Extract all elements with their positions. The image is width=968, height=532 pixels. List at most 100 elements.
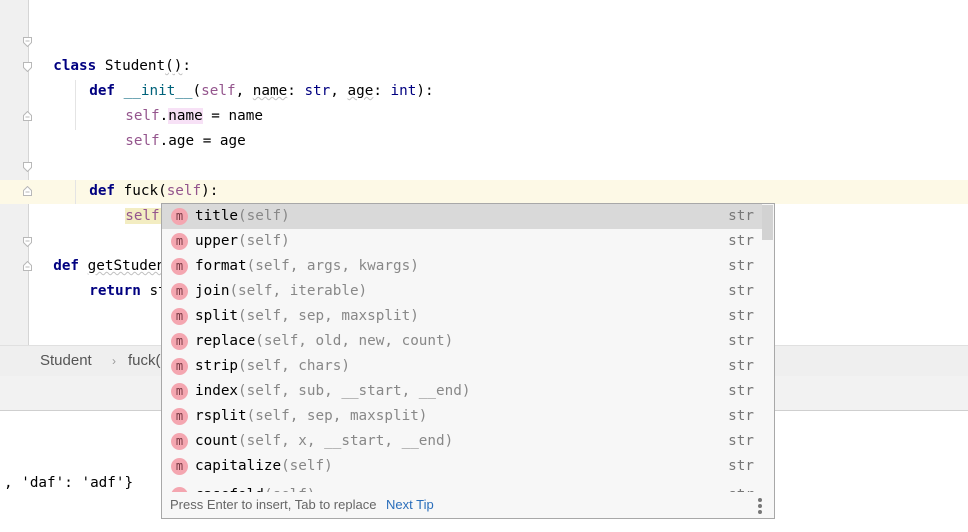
comma: ,: [330, 83, 348, 99]
assignment: = age: [194, 133, 246, 149]
close-paren: ):: [416, 83, 434, 99]
method-icon: m: [171, 408, 188, 425]
self-ref: self: [125, 133, 160, 149]
completion-item-name: replace(self, old, new, count): [195, 329, 453, 354]
fold-open-icon[interactable]: [23, 162, 32, 172]
self-ref: self: [125, 208, 160, 224]
method-icon: m: [171, 208, 188, 225]
completion-item-name: format(self, args, kwargs): [195, 254, 419, 279]
method-icon: m: [171, 358, 188, 375]
completion-item-name: join(self, iterable): [195, 279, 367, 304]
return-type: str: [728, 458, 754, 474]
str-type: str: [304, 83, 331, 99]
method-name: count: [195, 433, 239, 449]
scrollbar[interactable]: [762, 204, 774, 494]
colon: :: [373, 83, 391, 99]
code-line-return[interactable]: return stu: [72, 254, 175, 299]
method-name: title: [195, 208, 239, 224]
method-icon: m: [171, 308, 188, 325]
return-type: str: [728, 258, 754, 274]
method-params: (self, x, __start, __end): [238, 433, 454, 449]
return-type: str: [728, 408, 754, 424]
method-params: (self, args, kwargs): [246, 258, 419, 274]
code-line-def-getstudent[interactable]: def getStudent: [36, 229, 174, 274]
dot: .: [159, 133, 169, 149]
return-type: str: [728, 358, 754, 374]
completion-item[interactable]: m strip(self, chars) str: [162, 354, 764, 379]
completion-item[interactable]: m replace(self, old, new, count) str: [162, 329, 764, 354]
breadcrumb-separator: ›: [112, 354, 116, 368]
return-type: str: [728, 233, 754, 249]
completion-item[interactable]: m format(self, args, kwargs) str: [162, 254, 764, 279]
method-name: capitalize: [195, 458, 282, 474]
method-icon: m: [171, 433, 188, 450]
method-name: join: [195, 283, 230, 299]
return-type: str: [728, 283, 754, 299]
completion-item[interactable]: m count(self, x, __start, __end) str: [162, 429, 764, 454]
method-params: (self): [238, 233, 290, 249]
method-params: (self, iterable): [229, 283, 368, 299]
int-type: int: [390, 83, 417, 99]
return-type: str: [728, 383, 754, 399]
completion-item[interactable]: m join(self, iterable) str: [162, 279, 764, 304]
return-type: str: [728, 308, 754, 324]
method-name: format: [195, 258, 247, 274]
code-line-def-fuck[interactable]: def fuck(self):: [72, 154, 218, 199]
completion-item-name: title(self): [195, 204, 290, 229]
console-line: , 'daf': 'adf'}: [4, 475, 134, 491]
completion-item-name: upper(self): [195, 229, 290, 254]
method-icon: m: [171, 283, 188, 300]
completion-item[interactable]: m rsplit(self, sep, maxsplit) str: [162, 404, 764, 429]
completion-item-name: capitalize(self): [195, 454, 333, 479]
footer-hint: Press Enter to insert, Tab to replace: [170, 497, 377, 512]
method-name: split: [195, 308, 239, 324]
completion-popup[interactable]: m title(self) str m upper(self) str m format(se…: [161, 203, 775, 519]
method-params: (self, sep, maxsplit): [238, 308, 419, 324]
method-icon: m: [171, 383, 188, 400]
method-name: strip: [195, 358, 239, 374]
code-line-current[interactable]: self.name.: [108, 179, 211, 224]
breadcrumb-item-fuck[interactable]: fuck(: [128, 346, 161, 376]
scrollbar-thumb[interactable]: [762, 205, 773, 240]
fold-end-icon[interactable]: [23, 261, 32, 271]
age-param: age: [347, 83, 374, 99]
completion-item[interactable]: m capitalize(self) str: [162, 454, 764, 479]
completion-item-name: strip(self, chars): [195, 354, 350, 379]
completion-item[interactable]: m upper(self) str: [162, 229, 764, 254]
method-icon: m: [171, 333, 188, 350]
more-options-icon[interactable]: [758, 498, 762, 516]
method-params: (self): [238, 208, 290, 224]
fold-end-icon[interactable]: [23, 186, 32, 196]
completion-item[interactable]: m split(self, sep, maxsplit) str: [162, 304, 764, 329]
completion-item[interactable]: m title(self) str: [162, 204, 764, 229]
keyword-return: return: [89, 283, 141, 299]
completion-item-name: count(self, x, __start, __end): [195, 429, 453, 454]
code-line-assign-name[interactable]: self.name = name: [108, 79, 263, 124]
completion-item-name: rsplit(self, sep, maxsplit): [195, 404, 427, 429]
return-type: str: [728, 433, 754, 449]
return-type: str: [728, 333, 754, 349]
method-params: (self, sub, __start, __end): [238, 383, 471, 399]
return-type: str: [728, 208, 754, 224]
method-name: upper: [195, 233, 239, 249]
next-tip-link[interactable]: Next Tip: [386, 492, 434, 518]
code-line-init[interactable]: def __init__(self, name: str, age: int):: [72, 54, 433, 99]
method-name: rsplit: [195, 408, 247, 424]
completion-item[interactable]: m index(self, sub, __start, __end) str: [162, 379, 764, 404]
popup-footer: Press Enter to insert, Tab to replace Ne…: [162, 492, 774, 518]
fold-open-icon[interactable]: [23, 37, 32, 47]
code-line-assign-age[interactable]: self.age = age: [108, 104, 246, 149]
code-line-class[interactable]: class Student():: [36, 29, 191, 74]
breadcrumb-item-student[interactable]: Student: [40, 346, 92, 376]
completion-item-name: split(self, sep, maxsplit): [195, 304, 419, 329]
age-attribute: age: [168, 133, 195, 149]
fold-end-icon[interactable]: [23, 111, 32, 121]
fold-open-icon[interactable]: [23, 237, 32, 247]
method-params: (self): [281, 458, 333, 474]
method-icon: m: [171, 233, 188, 250]
method-name: replace: [195, 333, 256, 349]
colon: :: [287, 83, 305, 99]
method-icon: m: [171, 258, 188, 275]
fold-open-icon[interactable]: [23, 62, 32, 72]
completion-item-name: index(self, sub, __start, __end): [195, 379, 470, 404]
